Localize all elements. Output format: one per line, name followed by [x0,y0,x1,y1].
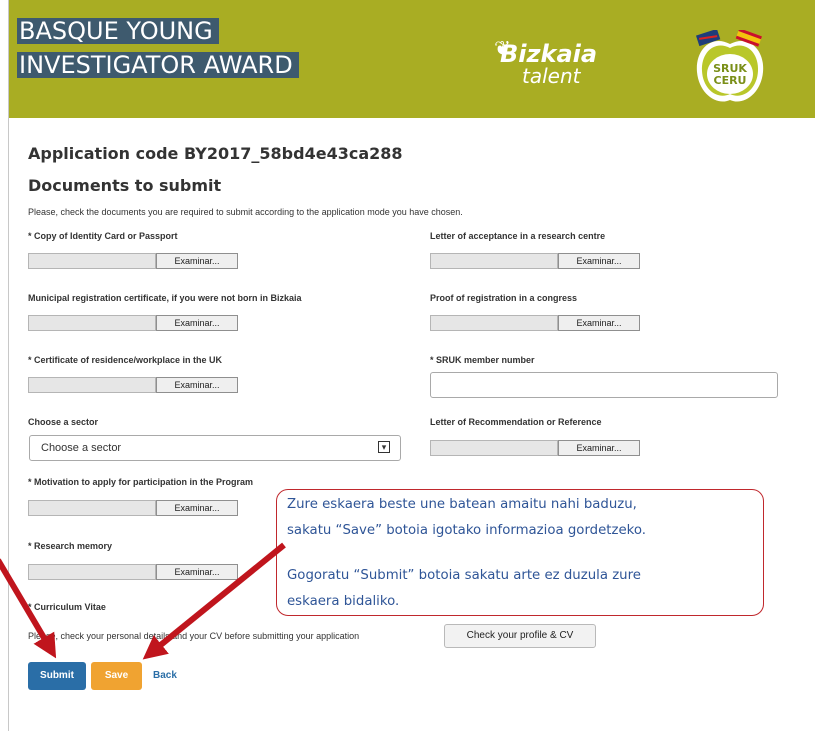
annotation-callout: Zure eskaera beste une batean amaitu nah… [276,489,764,616]
sruk-logo-text-2: CERU [714,74,747,87]
residence-label: * Certificate of residence/workplace in … [28,355,223,365]
browse-button[interactable]: Examinar... [558,253,640,269]
sruk-member-label: * SRUK member number [430,355,535,365]
sector-label: Choose a sector [28,417,99,427]
file-name-field[interactable] [430,440,558,456]
callout-line-2: sakatu “Save” botoia igotako informazioa… [287,523,647,538]
sector-select[interactable]: Choose a sector ▾ [29,435,401,461]
back-link[interactable]: Back [153,670,177,681]
file-name-field[interactable] [28,500,156,516]
file-name-field[interactable] [28,315,156,331]
check-profile-button[interactable]: Check your profile & CV [444,624,596,648]
municipal-file-input[interactable]: Examinar... [28,315,238,331]
browse-button[interactable]: Examinar... [156,500,238,516]
acceptance-label: Letter of acceptance in a research centr… [430,231,606,241]
sector-select-value: Choose a sector [41,442,122,454]
application-code-heading: Application code BY2017_58bd4e43ca288 [28,144,403,163]
research-memory-label: * Research memory [28,541,113,551]
congress-label: Proof of registration in a congress [430,293,578,303]
file-name-field[interactable] [430,315,558,331]
browse-button[interactable]: Examinar... [156,315,238,331]
cv-label: * Curriculum Vitae [28,602,106,612]
brand-title-line1: BASQUE YOUNG [17,18,219,44]
browse-button[interactable]: Examinar... [156,377,238,393]
submit-button[interactable]: Submit [28,662,86,690]
intro-text: Please, check the documents you are requ… [28,207,463,217]
bizkaia-talent-logo: ❦ Bizkaia talent [494,36,598,88]
brand-title-line2: INVESTIGATOR AWARD [17,52,299,78]
bizkaia-logo-sub: talent [522,64,581,88]
save-button[interactable]: Save [91,662,142,690]
motivation-label: * Motivation to apply for participation … [28,477,254,487]
browse-button[interactable]: Examinar... [558,440,640,456]
chevron-down-icon[interactable]: ▾ [378,441,390,453]
documents-heading: Documents to submit [28,176,222,195]
file-name-field[interactable] [28,564,156,580]
research-memory-file-input[interactable]: Examinar... [28,564,238,580]
browse-button[interactable]: Examinar... [558,315,640,331]
callout-line-4: eskaera bidaliko. [287,594,400,609]
motivation-file-input[interactable]: Examinar... [28,500,238,516]
recommendation-label: Letter of Recommendation or Reference [430,417,602,427]
residence-file-input[interactable]: Examinar... [28,377,238,393]
file-name-field[interactable] [28,377,156,393]
identity-file-input[interactable]: Examinar... [28,253,238,269]
acceptance-file-input[interactable]: Examinar... [430,253,640,269]
sruk-member-input[interactable] [430,372,778,398]
callout-line-3: Gogoratu “Submit” botoia sakatu arte ez … [287,568,641,583]
browse-button[interactable]: Examinar... [156,564,238,580]
municipal-label: Municipal registration certificate, if y… [28,293,302,303]
congress-file-input[interactable]: Examinar... [430,315,640,331]
file-name-field[interactable] [28,253,156,269]
identity-label: * Copy of Identity Card or Passport [28,231,178,241]
sruk-apple-logo: SRUK CERU [695,30,764,102]
browse-button[interactable]: Examinar... [156,253,238,269]
file-name-field[interactable] [430,253,558,269]
recommendation-file-input[interactable]: Examinar... [430,440,640,456]
bizkaia-logo-title: Bizkaia [500,40,598,68]
profile-check-text: Please, check your personal details and … [28,631,360,641]
leaf-icon: ❦ [494,36,511,60]
callout-line-1: Zure eskaera beste une batean amaitu nah… [287,497,637,512]
